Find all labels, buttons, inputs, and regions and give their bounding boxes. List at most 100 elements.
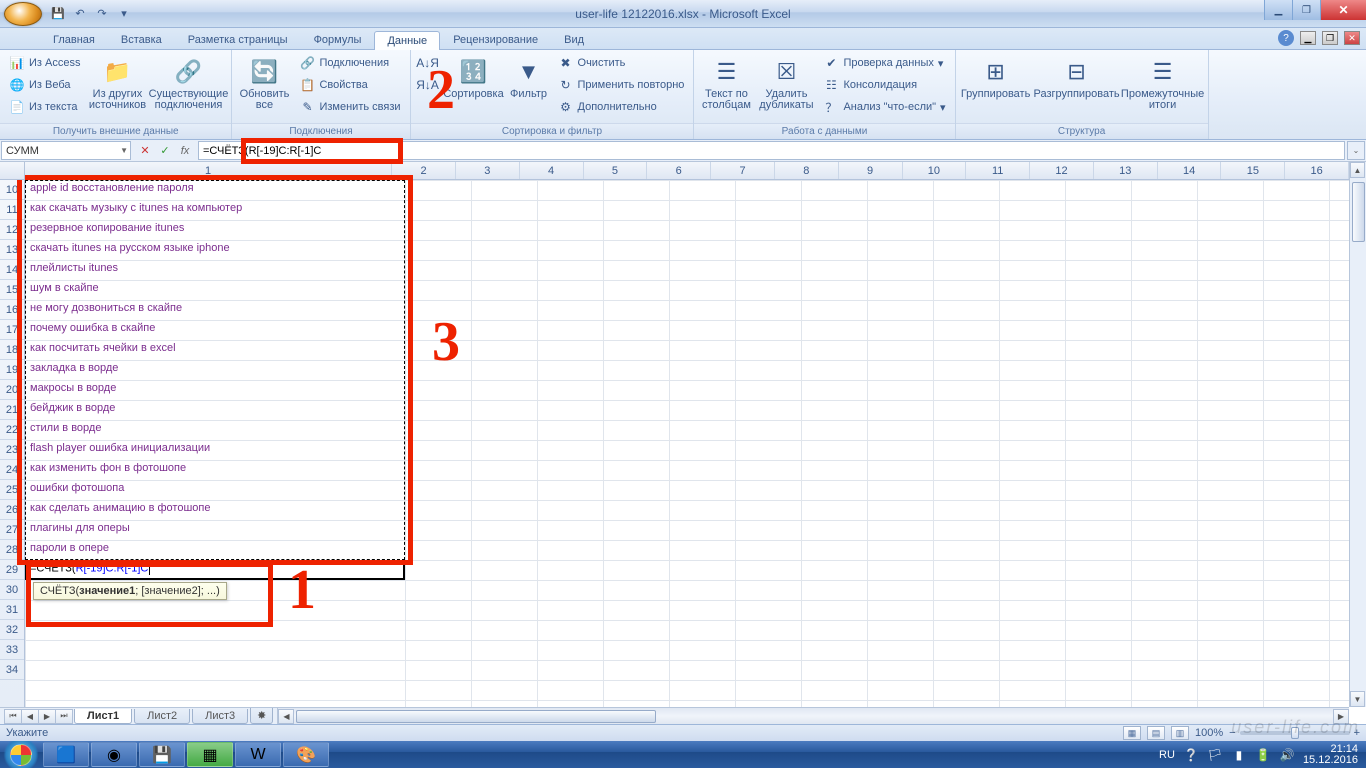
col-header[interactable]: 10	[903, 162, 967, 179]
col-header[interactable]: 13	[1094, 162, 1158, 179]
vertical-scrollbar[interactable]: ▲ ▼	[1349, 162, 1366, 707]
cell[interactable]: apple id восстановление пароля	[27, 180, 197, 200]
qat-redo[interactable]: ↷	[92, 4, 112, 24]
fx-icon[interactable]: fx	[176, 142, 194, 160]
ribbon-tab-6[interactable]: Вид	[551, 30, 597, 49]
col-header[interactable]: 7	[711, 162, 775, 179]
btn-text-to-columns[interactable]: ☰Текст по столбцам	[698, 52, 754, 123]
row-header[interactable]: 24	[0, 460, 24, 480]
restore-button[interactable]: ❐	[1292, 0, 1320, 20]
task-paint[interactable]: 🎨	[283, 742, 329, 767]
ribbon-tab-0[interactable]: Главная	[40, 30, 108, 49]
ribbon-tab-2[interactable]: Разметка страницы	[175, 30, 301, 49]
col-header[interactable]: 2	[392, 162, 456, 179]
cell[interactable]: почему ошибка в скайпе	[27, 320, 158, 340]
col-header[interactable]: 16	[1285, 162, 1349, 179]
tray-lang[interactable]: RU	[1159, 749, 1175, 761]
view-page-layout[interactable]: ▤	[1147, 726, 1165, 740]
row-header[interactable]: 27	[0, 520, 24, 540]
row-header[interactable]: 30	[0, 580, 24, 600]
new-sheet-tab[interactable]: ✸	[250, 708, 273, 724]
btn-properties[interactable]: 📋Свойства	[294, 74, 405, 96]
col-header[interactable]: 6	[647, 162, 711, 179]
cell[interactable]: плагины для оперы	[27, 520, 133, 540]
cell[interactable]: скачать itunes на русском языке iphone	[27, 240, 233, 260]
row-header[interactable]: 11	[0, 200, 24, 220]
row-header[interactable]: 26	[0, 500, 24, 520]
btn-consolidate[interactable]: ☷Консолидация	[818, 74, 950, 96]
btn-existing-conn[interactable]: 🔗Существующие подключения	[149, 52, 227, 123]
qat-undo[interactable]: ↶	[70, 4, 90, 24]
ribbon-tab-3[interactable]: Формулы	[301, 30, 375, 49]
mdi-restore[interactable]: ❐	[1322, 31, 1338, 45]
sheet-tab[interactable]: Лист1	[74, 709, 132, 724]
help-icon[interactable]: ?	[1278, 30, 1294, 46]
scroll-down-button[interactable]: ▼	[1350, 691, 1365, 707]
enter-icon[interactable]: ✓	[156, 142, 174, 160]
btn-sort-asc[interactable]: А↓Я	[415, 52, 441, 74]
tab-nav-next[interactable]: ▶	[38, 709, 56, 724]
row-header[interactable]: 18	[0, 340, 24, 360]
btn-whatif[interactable]: ？Анализ "что-если" ▾	[818, 96, 950, 118]
btn-filter[interactable]: ▼Фильтр	[507, 52, 551, 123]
col-header[interactable]: 9	[839, 162, 903, 179]
scroll-left-button[interactable]: ◀	[278, 709, 294, 724]
row-header[interactable]: 31	[0, 600, 24, 620]
cell[interactable]: бейджик в ворде	[27, 400, 118, 420]
row-header[interactable]: 12	[0, 220, 24, 240]
col-header[interactable]: 1	[25, 162, 392, 179]
btn-ungroup[interactable]: ⊟Разгруппировать	[1034, 52, 1120, 123]
task-chrome[interactable]: ◉	[91, 742, 137, 767]
tab-nav-last[interactable]: ⏭	[55, 709, 73, 724]
btn-clear-filter[interactable]: ✖Очистить	[553, 52, 690, 74]
cell[interactable]: flash player ошибка инициализации	[27, 440, 213, 460]
view-page-break[interactable]: ▥	[1171, 726, 1189, 740]
ribbon-tab-4[interactable]: Данные	[374, 31, 440, 50]
cell[interactable]: пароли в опере	[27, 540, 112, 560]
tray-flag-icon[interactable]: 🏳	[1207, 747, 1223, 763]
cell[interactable]: как посчитать ячейки в excel	[27, 340, 179, 360]
row-header[interactable]: 33	[0, 640, 24, 660]
row-header[interactable]: 23	[0, 440, 24, 460]
task-word[interactable]: W	[235, 742, 281, 767]
row-header[interactable]: 29	[0, 560, 24, 580]
name-box[interactable]: СУММ▼	[1, 141, 131, 160]
expand-formula-bar[interactable]: ⌄	[1347, 141, 1365, 160]
row-header[interactable]: 16	[0, 300, 24, 320]
cancel-icon[interactable]: ✕	[136, 142, 154, 160]
task-skype[interactable]: 🟦	[43, 742, 89, 767]
close-button[interactable]: ✕	[1320, 0, 1366, 20]
row-header[interactable]: 32	[0, 620, 24, 640]
row-header[interactable]: 21	[0, 400, 24, 420]
btn-from-access[interactable]: 📊Из Access	[4, 52, 85, 74]
cell[interactable]: плейлисты itunes	[27, 260, 121, 280]
row-header[interactable]: 15	[0, 280, 24, 300]
cell[interactable]: как скачать музыку с itunes на компьютер	[27, 200, 245, 220]
tab-nav-prev[interactable]: ◀	[21, 709, 39, 724]
office-button[interactable]	[4, 2, 42, 26]
scroll-up-button[interactable]: ▲	[1350, 162, 1365, 178]
tab-nav-first[interactable]: ⏮	[4, 709, 22, 724]
sheet-tab[interactable]: Лист2	[134, 709, 190, 724]
select-all-corner[interactable]	[0, 162, 25, 180]
btn-from-text[interactable]: 📄Из текста	[4, 96, 85, 118]
btn-sort-desc[interactable]: Я↓А	[415, 74, 441, 96]
cell[interactable]: не могу дозвониться в скайпе	[27, 300, 185, 320]
col-header[interactable]: 11	[966, 162, 1030, 179]
col-header[interactable]: 5	[584, 162, 648, 179]
cell[interactable]: шум в скайпе	[27, 280, 102, 300]
cell[interactable]: стили в ворде	[27, 420, 104, 440]
tray-clock[interactable]: 21:1415.12.2016	[1303, 744, 1358, 766]
row-header[interactable]: 20	[0, 380, 24, 400]
row-header[interactable]: 25	[0, 480, 24, 500]
row-header[interactable]: 34	[0, 660, 24, 680]
qat-save[interactable]: 💾	[48, 4, 68, 24]
row-header[interactable]: 13	[0, 240, 24, 260]
tray-network-icon[interactable]: ▮	[1231, 747, 1247, 763]
cells-area[interactable]: apple id восстановление паролякак скачат…	[25, 180, 1349, 707]
btn-subtotal[interactable]: ☰Промежуточные итоги	[1122, 52, 1204, 123]
row-header[interactable]: 19	[0, 360, 24, 380]
qat-customize[interactable]: ▾	[114, 4, 134, 24]
task-excel[interactable]: ▦	[187, 742, 233, 767]
minimize-button[interactable]: ▁	[1264, 0, 1292, 20]
